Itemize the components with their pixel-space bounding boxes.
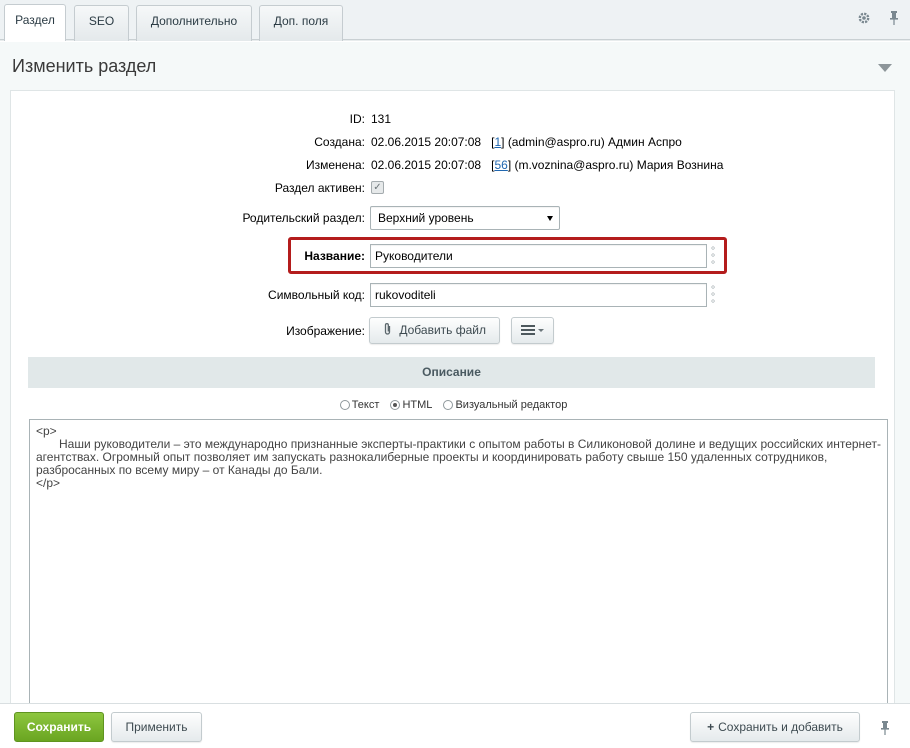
modified-user-link[interactable]: 56 (494, 158, 507, 172)
description-editor[interactable]: <p> Наши руководители – это международно… (29, 419, 888, 719)
form-content: ID: 131 Создана: 02.06.2015 20:07:08 [1]… (10, 90, 896, 719)
menu-button[interactable] (511, 317, 554, 344)
modified-label: Изменена: (306, 158, 365, 172)
add-file-button[interactable]: Добавить файл (369, 317, 500, 344)
edit-section-panel: Изменить раздел ID: 131 Создана: 02.06.2… (0, 41, 910, 719)
modified-info: 02.06.2015 20:07:08 [56] (m.voznina@aspr… (371, 158, 724, 172)
id-label: ID: (349, 112, 365, 126)
description-section-header: Описание (28, 357, 875, 388)
plus-icon: + (707, 720, 715, 734)
modified-user: (m.voznina@aspro.ru) Мария Вознина (514, 158, 724, 172)
row-id: ID: 131 (11, 109, 896, 129)
active-label: Раздел активен: (274, 181, 365, 195)
collapse-arrow-icon[interactable] (878, 64, 892, 72)
tab-bar-actions (856, 10, 902, 26)
menu-icon (520, 323, 545, 337)
parent-section-value: Верхний уровень (378, 211, 474, 225)
tab-seo[interactable]: SEO (74, 5, 129, 41)
gear-icon[interactable] (856, 10, 872, 26)
image-label: Изображение: (286, 324, 365, 338)
tab-extra-fields[interactable]: Доп. поля (259, 5, 343, 41)
row-image: Изображение: Добавить файл (11, 317, 896, 344)
row-name: Название: Руководители ⚬ ⚬ ⚬ (11, 244, 896, 268)
tab-section[interactable]: Раздел (4, 4, 66, 41)
footer-toolbar: Сохранить Применить + Сохранить и добавит… (0, 703, 910, 748)
mode-visual-radio[interactable]: Визуальный редактор (443, 399, 567, 411)
modified-date: 02.06.2015 20:07:08 (371, 158, 482, 172)
name-input[interactable]: Руководители (370, 244, 707, 268)
tab-bar: Раздел SEO Дополнительно Доп. поля (0, 0, 910, 41)
editor-mode-switch: Текст HTML Визуальный редактор (11, 399, 896, 413)
parent-label: Родительский раздел: (242, 211, 365, 225)
id-value: 131 (371, 112, 392, 126)
pin-icon[interactable] (886, 10, 902, 26)
created-date: 02.06.2015 20:07:08 (371, 135, 482, 149)
created-label: Создана: (314, 135, 365, 149)
mode-html-radio[interactable]: HTML (390, 399, 432, 411)
created-info: 02.06.2015 20:07:08 [1] (admin@aspro.ru)… (371, 135, 682, 149)
chain-link-icon[interactable]: ⚬ ⚬ ⚬ (708, 244, 718, 267)
name-label: Название: (304, 249, 365, 263)
row-parent: Родительский раздел: Верхний уровень (11, 206, 896, 230)
editor-close-tag: </p> (36, 476, 61, 490)
mode-text-label: Текст (351, 399, 380, 411)
active-checkbox[interactable]: ✓ (371, 181, 384, 194)
row-modified: Изменена: 02.06.2015 20:07:08 [56] (m.vo… (11, 155, 896, 175)
pin-icon[interactable] (880, 721, 890, 738)
created-user: (admin@aspro.ru) Админ Аспро (507, 135, 682, 149)
chain-link-icon[interactable]: ⚬ ⚬ ⚬ (708, 283, 718, 306)
mode-html-label: HTML (402, 399, 433, 411)
paperclip-icon (383, 323, 399, 337)
dropdown-arrow-icon (547, 216, 553, 221)
apply-button[interactable]: Применить (111, 712, 202, 742)
save-and-add-button[interactable]: + Сохранить и добавить (690, 712, 860, 742)
row-code: Символьный код: rukovoditeli ⚬ ⚬ ⚬ (11, 283, 896, 307)
page-title: Изменить раздел (12, 56, 157, 76)
save-and-add-label: Сохранить и добавить (718, 720, 843, 734)
add-file-label: Добавить файл (399, 323, 486, 337)
mode-text-radio[interactable]: Текст (339, 399, 380, 411)
code-input[interactable]: rukovoditeli (370, 283, 707, 307)
parent-section-select[interactable]: Верхний уровень (370, 206, 560, 230)
code-label: Символьный код: (268, 288, 365, 302)
editor-line-3: разбросанных по всему миру – от Канады д… (36, 463, 323, 477)
row-active: Раздел активен: ✓ (11, 178, 896, 198)
created-user-link[interactable]: 1 (494, 135, 501, 149)
mode-visual-label: Визуальный редактор (455, 399, 568, 411)
row-created: Создана: 02.06.2015 20:07:08 [1] (admin@… (11, 132, 896, 152)
save-button[interactable]: Сохранить (14, 712, 104, 742)
tab-additional[interactable]: Дополнительно (136, 5, 252, 41)
